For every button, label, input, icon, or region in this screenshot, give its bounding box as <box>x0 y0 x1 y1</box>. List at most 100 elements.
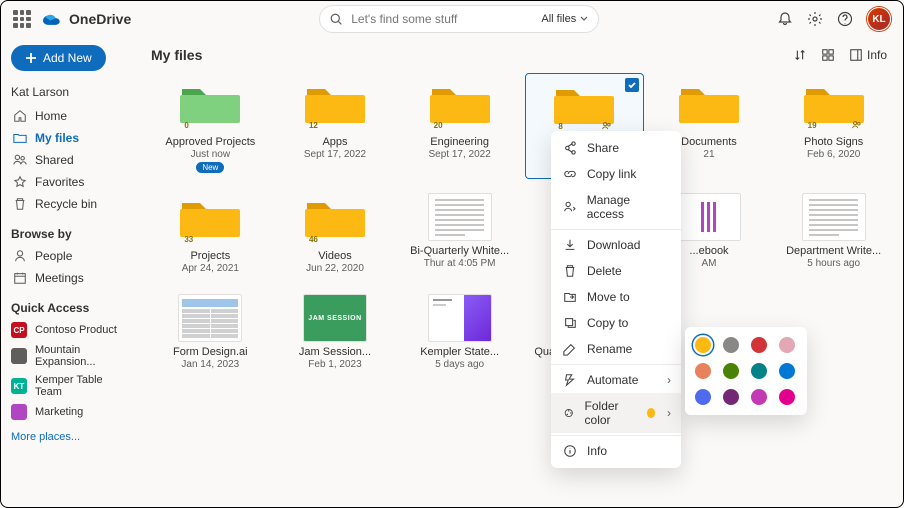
notifications-icon[interactable] <box>777 11 793 27</box>
add-new-button[interactable]: Add New <box>11 45 106 71</box>
ctx-delete[interactable]: Delete <box>551 258 681 284</box>
folder-item[interactable]: 46 VideosJun 22, 2020 <box>276 187 395 280</box>
people-icon <box>563 200 577 214</box>
file-meta: Apr 24, 2021 <box>182 263 239 274</box>
star-icon <box>13 175 27 189</box>
file-thumbnail: JAM SESSION <box>303 294 367 342</box>
settings-icon[interactable] <box>807 11 823 27</box>
logo[interactable]: OneDrive <box>43 11 131 27</box>
folder-icon <box>13 131 27 145</box>
ctx-rename[interactable]: Rename <box>551 336 681 362</box>
app-launcher-icon[interactable] <box>13 10 31 28</box>
avatar[interactable]: KL <box>867 7 891 31</box>
folder-item[interactable]: 0 Approved ProjectsJust nowNew <box>151 73 270 179</box>
file-name: Documents <box>681 136 737 148</box>
grid-view-icon[interactable] <box>821 48 835 62</box>
search-box[interactable]: All files <box>319 5 599 33</box>
ctx-folder-color[interactable]: Folder color <box>551 393 681 433</box>
nav-meetings[interactable]: Meetings <box>11 267 131 289</box>
file-name: Approved Projects <box>165 136 255 148</box>
color-swatch[interactable] <box>751 363 767 379</box>
file-name: ...ebook <box>689 245 728 257</box>
color-swatch[interactable] <box>779 337 795 353</box>
file-meta: Feb 1, 2023 <box>308 359 361 370</box>
download-icon <box>563 238 577 252</box>
nav-favorites[interactable]: Favorites <box>11 171 131 193</box>
rename-icon <box>563 342 577 356</box>
trash-icon <box>13 197 27 211</box>
file-name: Kempler State... <box>420 346 499 358</box>
ctx-move-to[interactable]: Move to <box>551 284 681 310</box>
file-meta: AM <box>701 258 716 269</box>
file-name: Photo Signs <box>804 136 863 148</box>
ctx-copy-link[interactable]: Copy link <box>551 161 681 187</box>
color-swatch[interactable] <box>695 337 711 353</box>
home-icon <box>13 109 27 123</box>
quick-access-item[interactable]: CPContoso Product <box>11 319 131 341</box>
color-swatch[interactable] <box>751 337 767 353</box>
color-swatch[interactable] <box>779 363 795 379</box>
file-item[interactable]: Bi-Quarterly White...Thur at 4:05 PM <box>400 187 519 280</box>
new-badge: New <box>196 162 224 173</box>
more-places-link[interactable]: More places... <box>11 431 131 443</box>
page-title: My files <box>151 47 202 63</box>
folder-item[interactable]: 20 EngineeringSept 17, 2022 <box>400 73 519 179</box>
context-menu: Share Copy link Manage access Download D… <box>551 131 681 468</box>
file-item[interactable]: Form Design.aiJan 14, 2023 <box>151 288 270 376</box>
plus-icon <box>25 52 37 64</box>
color-swatch[interactable] <box>723 363 739 379</box>
folder-item[interactable]: 19 Photo SignsFeb 6, 2020 <box>774 73 893 179</box>
help-icon[interactable] <box>837 11 853 27</box>
quick-access-item[interactable]: KTKemper Table Team <box>11 371 131 401</box>
link-icon <box>563 167 577 181</box>
color-swatch[interactable] <box>779 389 795 405</box>
quick-access-label: Quick Access <box>11 301 131 315</box>
view-controls: Info <box>793 48 887 62</box>
current-color-indicator <box>647 408 655 418</box>
ctx-download[interactable]: Download <box>551 232 681 258</box>
nav-shared[interactable]: Shared <box>11 149 131 171</box>
file-meta: Just now <box>191 149 230 160</box>
file-meta: Feb 6, 2020 <box>807 149 860 160</box>
color-swatch[interactable] <box>751 389 767 405</box>
quick-access-item[interactable]: Marketing <box>11 401 131 423</box>
search-input[interactable] <box>351 12 533 26</box>
nav-home[interactable]: Home <box>11 105 131 127</box>
folder-item[interactable]: 12 AppsSept 17, 2022 <box>276 73 395 179</box>
ctx-info[interactable]: Info <box>551 438 681 464</box>
folder-item[interactable]: 33 ProjectsApr 24, 2021 <box>151 187 270 280</box>
color-swatch[interactable] <box>723 337 739 353</box>
file-thumbnail <box>428 294 492 342</box>
file-item[interactable]: JAM SESSIONJam Session...Feb 1, 2023 <box>276 288 395 376</box>
quick-access-item[interactable]: Mountain Expansion... <box>11 341 131 371</box>
nav-recycle[interactable]: Recycle bin <box>11 193 131 215</box>
ctx-manage-access[interactable]: Manage access <box>551 187 681 227</box>
color-swatch[interactable] <box>695 389 711 405</box>
ctx-share[interactable]: Share <box>551 135 681 161</box>
copy-icon <box>563 316 577 330</box>
ctx-copy-to[interactable]: Copy to <box>551 310 681 336</box>
file-name: Videos <box>318 250 351 262</box>
person-icon <box>13 249 27 263</box>
color-swatch[interactable] <box>695 363 711 379</box>
file-meta: Sept 17, 2022 <box>429 149 491 160</box>
header-actions: KL <box>777 7 891 31</box>
sidebar: Add New Kat Larson Home My files Shared … <box>1 37 141 451</box>
search-filter-dropdown[interactable]: All files <box>541 13 588 25</box>
calendar-icon <box>13 271 27 285</box>
share-icon <box>563 141 577 155</box>
ctx-automate[interactable]: Automate <box>551 367 681 393</box>
chevron-down-icon <box>580 15 588 23</box>
browse-by-label: Browse by <box>11 227 131 241</box>
color-swatch[interactable] <box>723 389 739 405</box>
file-item[interactable]: Department Write...5 hours ago <box>774 187 893 280</box>
file-item[interactable]: Kempler State...5 days ago <box>400 288 519 376</box>
nav-people[interactable]: People <box>11 245 131 267</box>
info-panel-toggle[interactable]: Info <box>849 48 887 62</box>
people-icon <box>13 153 27 167</box>
file-meta: 5 hours ago <box>807 258 860 269</box>
username: Kat Larson <box>11 85 131 99</box>
file-meta: Jan 14, 2023 <box>181 359 239 370</box>
sort-icon[interactable] <box>793 48 807 62</box>
nav-my-files[interactable]: My files <box>11 127 131 149</box>
